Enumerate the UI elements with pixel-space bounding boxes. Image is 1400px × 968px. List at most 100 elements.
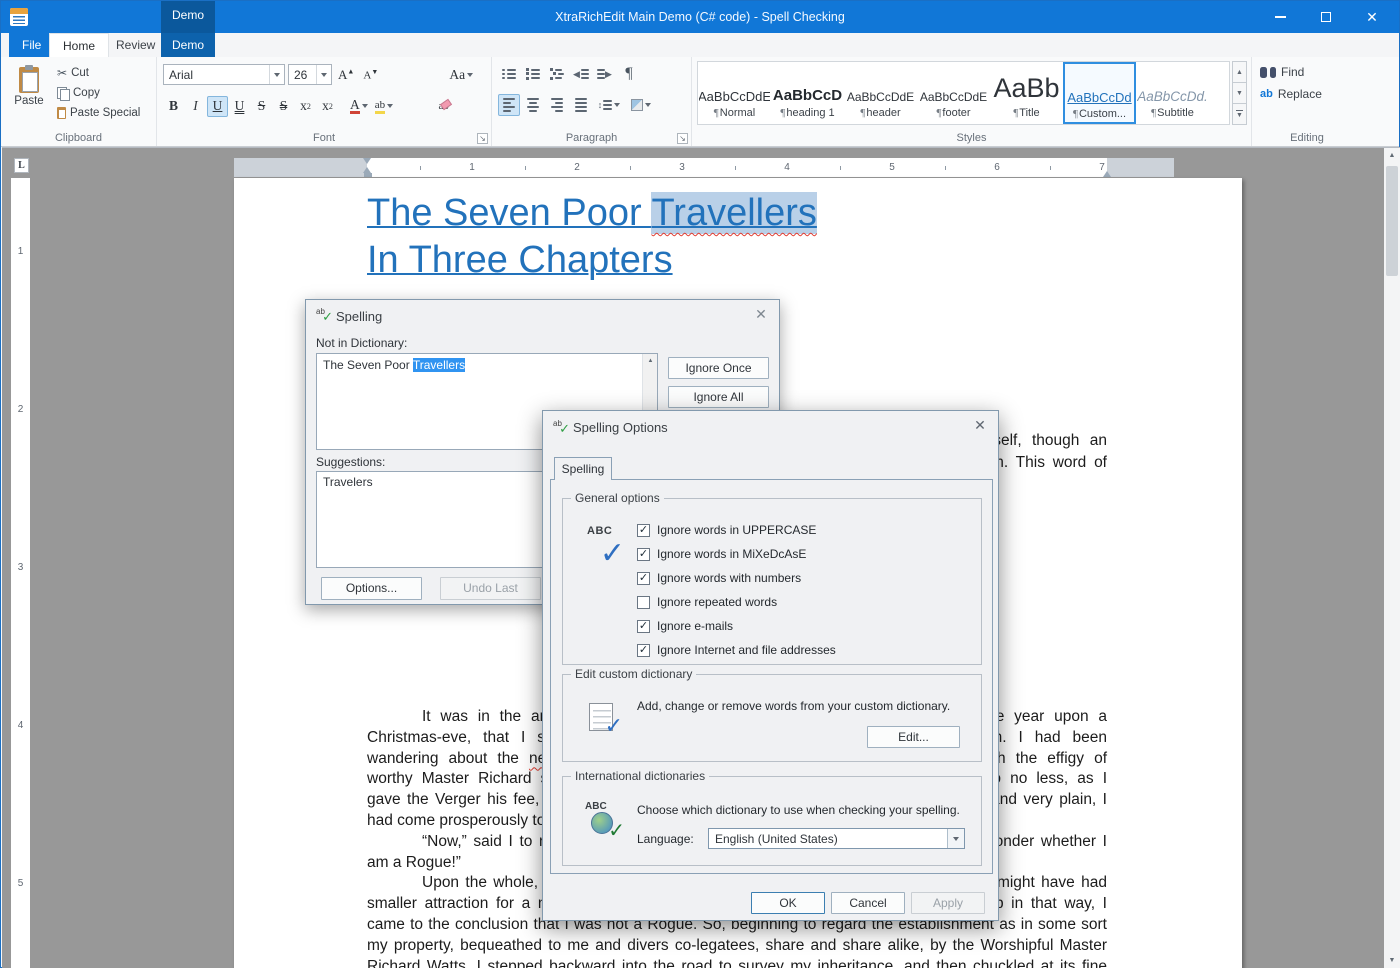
misspelled-selected-word[interactable]: Travellers [651, 192, 816, 234]
subscript-button[interactable]: x2 [317, 96, 338, 117]
apply-button[interactable]: Apply [911, 892, 985, 914]
align-justify-button[interactable] [570, 94, 592, 116]
shrink-font-button[interactable]: A▼ [360, 64, 381, 85]
horizontal-ruler[interactable]: 1234567 [234, 158, 1174, 177]
checkbox-unchecked[interactable] [637, 596, 650, 609]
style-item-header[interactable]: AaBbCcDdE¶header [844, 62, 917, 124]
style-item-custom-[interactable]: AaBbCcDd¶Custom... [1063, 62, 1136, 124]
find-button[interactable]: Find [1252, 61, 1362, 83]
document-heading[interactable]: The Seven Poor Travellers In Three Chapt… [367, 190, 1167, 284]
vertical-ruler[interactable]: 12345 [11, 178, 30, 968]
paste-button[interactable]: Paste [9, 63, 49, 125]
tab-home[interactable]: Home [49, 33, 109, 57]
spelling-close-icon[interactable]: ✕ [753, 307, 769, 323]
checkbox-checked[interactable]: ✓ [637, 524, 650, 537]
tab-review[interactable]: Review [103, 33, 168, 57]
checkbox-checked[interactable]: ✓ [637, 644, 650, 657]
vertical-scrollbar[interactable]: ▲ ▼ [1384, 148, 1400, 968]
bullet-list-button[interactable] [498, 63, 520, 85]
highlight-color-button[interactable]: ab [372, 96, 396, 117]
scroll-down-icon[interactable]: ▼ [1384, 953, 1400, 968]
style-item-normal[interactable]: AaBbCcDdE¶Normal [698, 62, 771, 124]
align-left-button[interactable] [498, 94, 520, 116]
font-color-button[interactable]: A [347, 96, 371, 117]
maximize-button[interactable] [1303, 1, 1349, 33]
edit-dictionary-button[interactable]: Edit... [867, 726, 960, 748]
bold-button[interactable]: B [163, 96, 184, 117]
checkbox-checked[interactable]: ✓ [637, 548, 650, 561]
cut-button[interactable]: ✂Cut [53, 63, 144, 83]
double-underline-button[interactable]: U [229, 96, 250, 117]
paste-special-button[interactable]: Paste Special [53, 103, 144, 123]
shading-button[interactable] [626, 94, 656, 116]
ok-button[interactable]: OK [751, 892, 825, 914]
language-combo[interactable]: English (United States) [708, 828, 965, 849]
style-preview: AaBbCcDdE [920, 90, 987, 104]
minimize-button[interactable] [1257, 1, 1303, 33]
font-size-combo[interactable]: 26 [288, 64, 332, 85]
gallery-scroll-down-button[interactable]: ▼ [1232, 83, 1247, 104]
checkbox-label: Ignore words with numbers [657, 571, 801, 585]
grow-font-button[interactable]: A▲ [335, 64, 357, 85]
ignore-all-button[interactable]: Ignore All [668, 386, 769, 408]
undo-last-button[interactable]: Undo Last [440, 577, 541, 600]
option-row[interactable]: ✓Ignore words in UPPERCASE [637, 518, 836, 542]
grow-font-icon: A▲ [338, 67, 354, 83]
style-item-heading-1[interactable]: AaBbCcD¶heading 1 [771, 62, 844, 124]
font-size-dropdown[interactable] [316, 65, 331, 84]
checkbox-checked[interactable]: ✓ [637, 572, 650, 585]
font-name-combo[interactable]: Arial [163, 64, 285, 85]
spelling-dialog-titlebar[interactable]: Spelling ✕ [306, 300, 779, 330]
increase-indent-button[interactable]: ▶ [594, 63, 616, 85]
superscript-button[interactable]: x2 [295, 96, 316, 117]
close-button[interactable]: ✕ [1349, 1, 1395, 33]
underline-button[interactable]: U [207, 96, 228, 117]
replace-button[interactable]: abReplace [1252, 83, 1362, 105]
option-row[interactable]: ✓ Ignore words with numbers [637, 566, 836, 590]
tab-demo[interactable]: Demo [161, 33, 215, 57]
clear-formatting-button[interactable]: ab [433, 96, 454, 117]
tab-stop-selector[interactable]: L [14, 158, 29, 173]
decrease-indent-button[interactable]: ◀ [570, 63, 592, 85]
double-strikethrough-button[interactable]: S [273, 96, 294, 117]
text-line[interactable]: my property, bequeathed to me and divers… [367, 936, 1107, 957]
option-row[interactable]: ✓Ignore e-mails [637, 614, 836, 638]
option-row[interactable]: Ignore repeated words [637, 590, 836, 614]
align-center-button[interactable] [522, 94, 544, 116]
numbered-list-button[interactable] [522, 63, 544, 85]
cancel-button[interactable]: Cancel [831, 892, 905, 914]
scroll-up-icon[interactable]: ▲ [643, 354, 658, 368]
font-dialog-launcher[interactable]: ↘ [477, 133, 488, 144]
checkbox-checked[interactable]: ✓ [637, 620, 650, 633]
text-line[interactable]: Richard Watts, I stepped backward into t… [367, 957, 1107, 968]
line-spacing-button[interactable]: ↕ [594, 94, 624, 116]
copy-button[interactable]: Copy [53, 83, 144, 103]
style-item-footer[interactable]: AaBbCcDdE¶footer [917, 62, 990, 124]
italic-button[interactable]: I [185, 96, 206, 117]
first-line-indent-marker[interactable] [363, 158, 371, 164]
strikethrough-button[interactable]: S [251, 96, 272, 117]
show-marks-button[interactable]: ¶ [618, 63, 640, 85]
style-item-subtitle[interactable]: AaBbCcDd.¶Subtitle [1136, 62, 1209, 124]
paragraph-dialog-launcher[interactable]: ↘ [677, 133, 688, 144]
ignore-once-button[interactable]: Ignore Once [668, 357, 769, 379]
general-options-label: General options [571, 491, 664, 505]
options-button[interactable]: Options... [321, 577, 422, 600]
options-close-icon[interactable]: ✕ [972, 418, 988, 434]
language-dropdown[interactable] [947, 829, 964, 848]
scrollbar-thumb[interactable] [1386, 166, 1398, 276]
tab-spelling[interactable]: Spelling [554, 457, 612, 480]
change-case-button[interactable]: Aa [446, 64, 476, 85]
options-dialog-titlebar[interactable]: Spelling Options ✕ [543, 411, 998, 441]
tab-file[interactable]: File [9, 33, 54, 57]
align-right-button[interactable] [546, 94, 568, 116]
left-indent-marker[interactable] [364, 173, 372, 177]
font-name-dropdown[interactable] [269, 65, 284, 84]
option-row[interactable]: ✓Ignore Internet and file addresses [637, 638, 836, 662]
scroll-up-icon[interactable]: ▲ [1384, 148, 1400, 164]
gallery-dropdown-button[interactable]: ▼ [1232, 104, 1247, 125]
multilevel-list-button[interactable] [546, 63, 568, 85]
style-item-title[interactable]: AaBb¶Title [990, 62, 1063, 124]
option-row[interactable]: ✓Ignore words in MiXeDcAsE [637, 542, 836, 566]
gallery-scroll-up-button[interactable]: ▲ [1232, 61, 1247, 83]
